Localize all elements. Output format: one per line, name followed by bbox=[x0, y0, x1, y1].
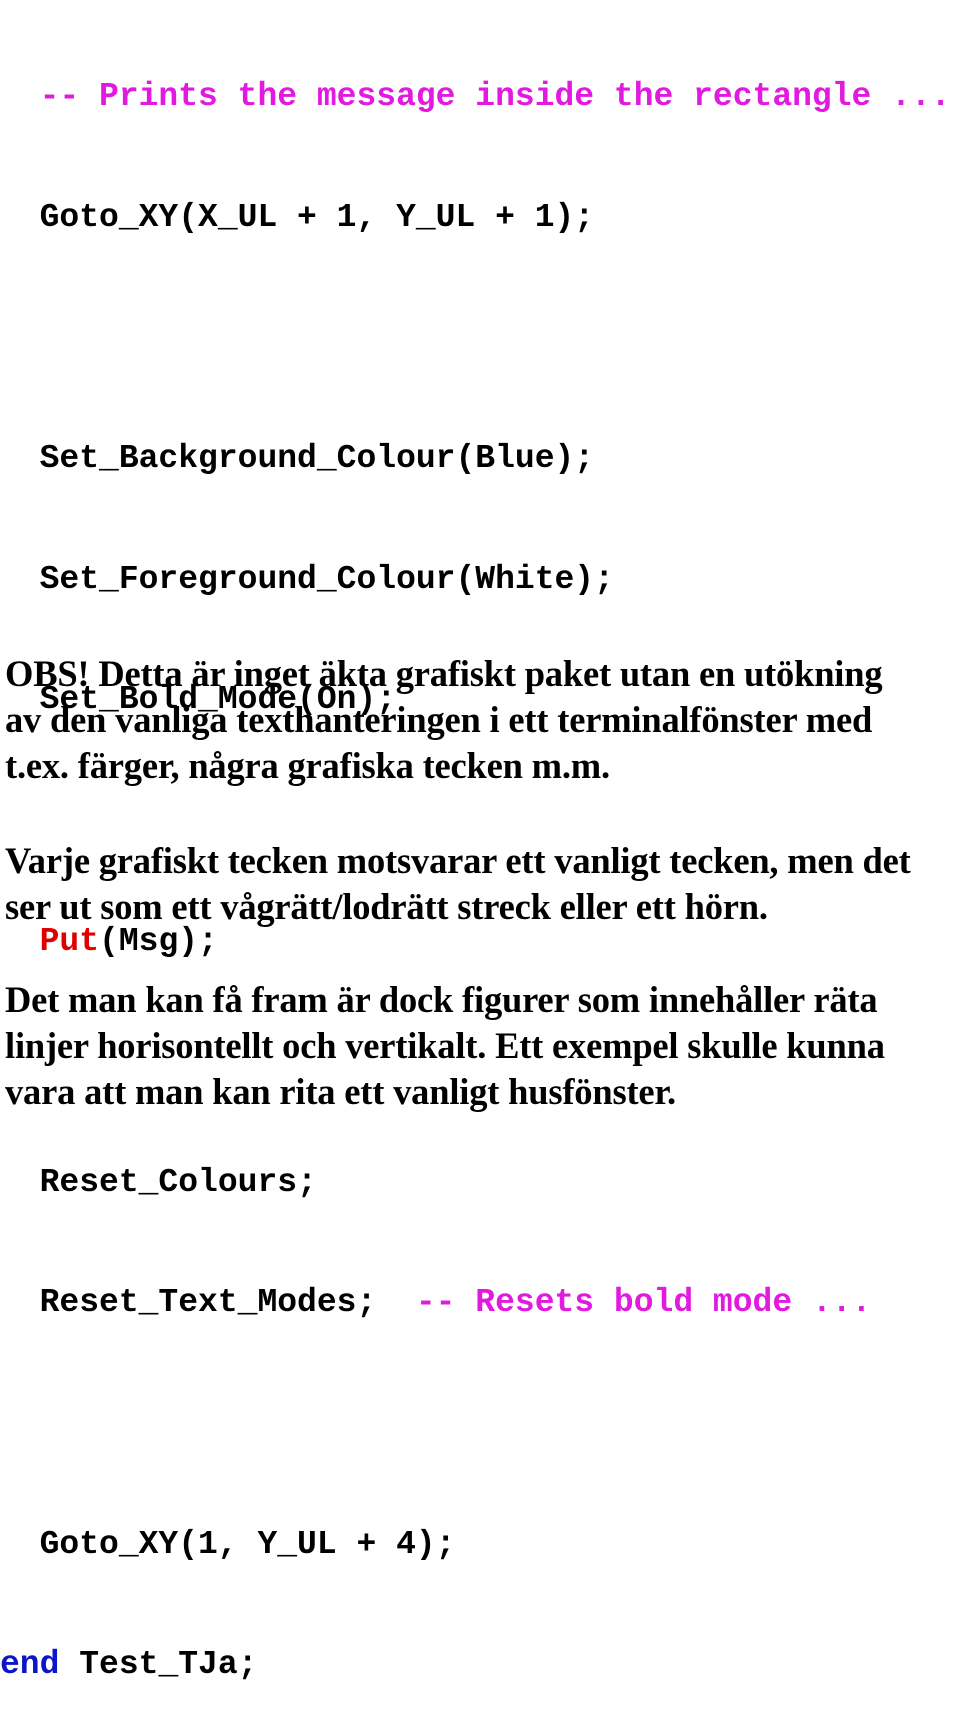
paragraph-line: linjer horisontellt och vertikalt. Ett e… bbox=[5, 1025, 885, 1066]
code-line: Set_Foreground_Colour(White); bbox=[0, 560, 960, 600]
code-line: Reset_Colours; bbox=[0, 1163, 960, 1203]
paragraph-graphic-chars: Varje grafiskt tecken motsvarar ett vanl… bbox=[5, 838, 960, 930]
code-text: Set_Foreground_Colour(White); bbox=[39, 560, 614, 598]
code-comment: -- Prints the message inside the rectang… bbox=[39, 78, 951, 116]
code-line: Set_Background_Colour(Blue); bbox=[0, 439, 960, 479]
code-text: Reset_Text_Modes; bbox=[39, 1284, 377, 1322]
code-text: Reset_Colours; bbox=[39, 1163, 317, 1201]
paragraph-line: OBS! Detta är inget äkta grafiskt paket … bbox=[5, 653, 883, 694]
paragraph-obs-note: OBS! Detta är inget äkta grafiskt paket … bbox=[5, 651, 960, 789]
paragraph-line: Det man kan få fram är dock figurer som … bbox=[5, 979, 878, 1020]
code-line: Goto_XY(X_UL + 1, Y_UL + 1); bbox=[0, 198, 960, 238]
code-line: Goto_XY(1, Y_UL + 4); bbox=[0, 1525, 960, 1565]
code-text: Goto_XY(1, Y_UL + 4); bbox=[39, 1525, 456, 1563]
code-text: Test_TJa; bbox=[59, 1646, 258, 1684]
code-line: -- Prints the message inside the rectang… bbox=[0, 77, 960, 117]
code-line: Reset_Text_Modes; -- Resets bold mode ..… bbox=[0, 1283, 960, 1323]
code-keyword-end: end bbox=[0, 1646, 60, 1684]
paragraph-line: ser ut som ett vågrätt/lodrätt streck el… bbox=[5, 886, 768, 927]
code-text: Goto_XY(X_UL + 1, Y_UL + 1); bbox=[39, 199, 595, 236]
paragraph-line: av den vanliga texthanteringen i ett ter… bbox=[5, 699, 873, 740]
paragraph-line: vara att man kan rita ett vanligt husfön… bbox=[5, 1071, 676, 1112]
code-text: Set_Background_Colour(Blue); bbox=[39, 440, 595, 478]
code-line: end Test_TJa; bbox=[0, 1645, 960, 1685]
paragraph-figures: Det man kan få fram är dock figurer som … bbox=[5, 977, 960, 1115]
code-comment: -- Resets bold mode ... bbox=[415, 1284, 872, 1322]
paragraph-line: t.ex. färger, några grafiska tecken m.m. bbox=[5, 745, 610, 786]
paragraph-line: Varje grafiskt tecken motsvarar ett vanl… bbox=[5, 840, 911, 881]
